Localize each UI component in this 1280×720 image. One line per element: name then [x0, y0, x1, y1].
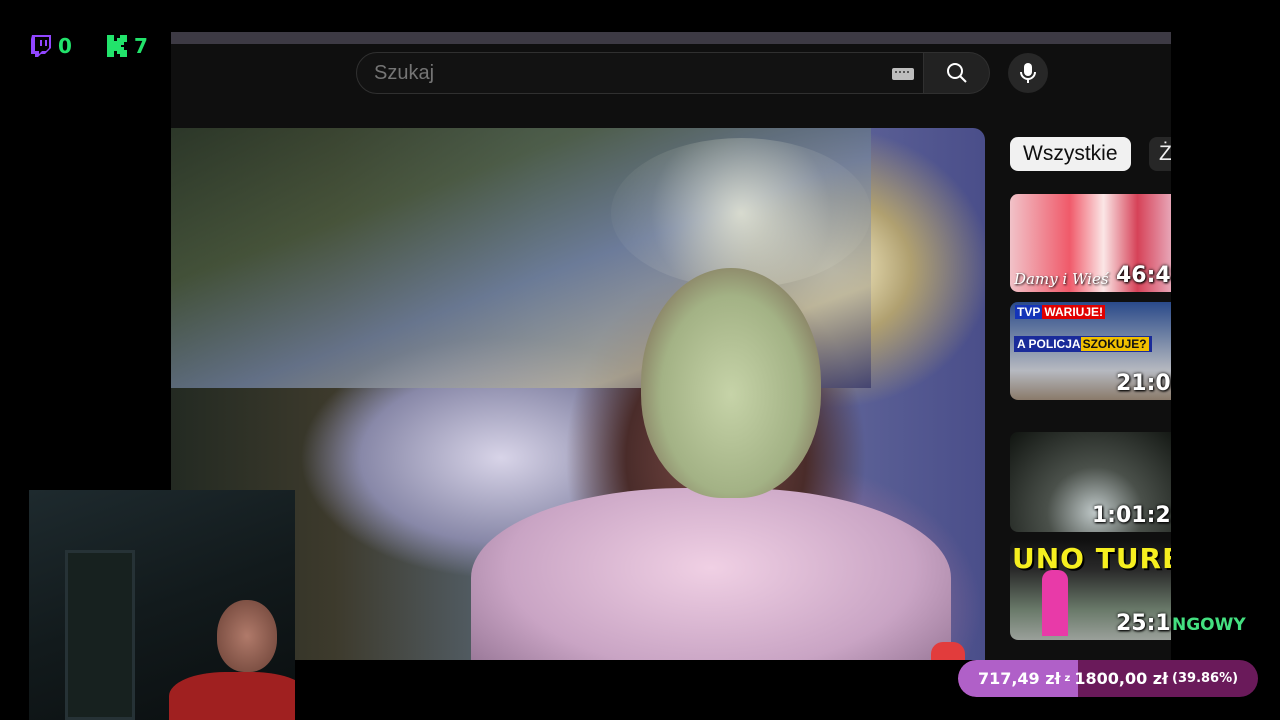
related-video-thumbnail[interactable]: UNO TURBO 25:17	[1010, 540, 1171, 640]
thumbnail-headline: TVP WARIUJE!	[1012, 304, 1108, 320]
kick-viewer-counter: 7	[106, 34, 148, 58]
thumbnail-caption: Damy i Wieś	[1014, 270, 1109, 288]
video-duration: 25:17	[1115, 611, 1171, 636]
microphone-icon	[1020, 63, 1036, 83]
thumbnail-tag-tvp: TVP	[1015, 305, 1043, 319]
webcam-person-head	[217, 600, 277, 672]
window-top-bar	[171, 32, 1171, 44]
overlay-partial-label: NGOWY	[1172, 615, 1246, 635]
streamer-webcam	[29, 490, 295, 720]
twitch-count: 0	[58, 34, 72, 58]
twitch-icon	[30, 34, 52, 58]
goal-current: 717,49 zł	[977, 669, 1061, 688]
goal-separator: z	[1064, 673, 1071, 684]
kick-icon	[106, 34, 128, 58]
video-fairy-lights	[611, 138, 871, 288]
related-video-thumbnail[interactable]: 1:01:25	[1010, 432, 1171, 532]
video-person-face	[641, 268, 821, 498]
webcam-background-door	[65, 550, 135, 720]
donation-goal-bar: 717,49 zł z 1800,00 zł (39.86%)	[958, 660, 1258, 697]
chip-all[interactable]: Wszystkie	[1010, 137, 1131, 171]
thumbnail-person	[1042, 570, 1068, 636]
video-person-shirt	[471, 488, 951, 660]
chip-next[interactable]: Ż	[1149, 137, 1171, 171]
webcam-person-body	[169, 672, 295, 720]
search-input[interactable]	[357, 53, 877, 93]
thumbnail-tag-szokuje: SZOKUJE?	[1080, 337, 1149, 351]
thumbnail-subheadline: A POLICJA SZOKUJE?	[1014, 336, 1152, 352]
goal-percent: (39.86%)	[1172, 671, 1239, 686]
thumbnail-title: UNO TURBO	[1012, 542, 1171, 575]
keyboard-icon[interactable]	[892, 68, 914, 80]
kick-count: 7	[134, 34, 148, 58]
related-video-thumbnail[interactable]: TVPWARIUJE! A POLICJASZOKUJE? 21:02	[1010, 302, 1171, 400]
video-duration: 21:02	[1115, 371, 1171, 396]
goal-target: 1800,00 zł	[1074, 669, 1169, 688]
voice-search-button[interactable]	[1008, 53, 1048, 93]
search-box[interactable]	[356, 52, 924, 94]
video-duration: 1:01:25	[1091, 503, 1171, 528]
search-button[interactable]	[924, 52, 990, 94]
thumbnail-tag-wariuje: WARIUJE!	[1042, 305, 1106, 319]
youtube-window: Wszystkie Ż Damy i Wieś 46:49 TVPWARIUJE…	[171, 32, 1171, 660]
twitch-viewer-counter: 0	[30, 34, 72, 58]
thumbnail-tag-police: A POLICJA	[1017, 337, 1081, 351]
related-video-thumbnail[interactable]: Damy i Wieś 46:49	[1010, 194, 1171, 292]
search-icon	[946, 63, 967, 83]
channel-watermark-icon	[931, 642, 965, 660]
video-duration: 46:49	[1115, 263, 1171, 288]
donation-goal-text: 717,49 zł z 1800,00 zł (39.86%)	[958, 660, 1258, 697]
